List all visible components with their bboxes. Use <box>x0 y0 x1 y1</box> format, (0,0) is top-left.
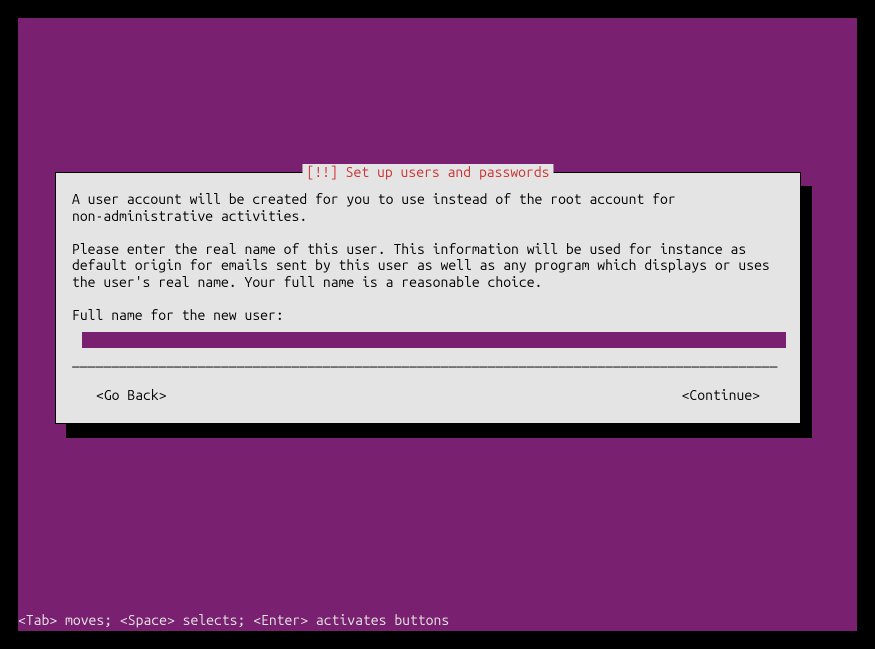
dialog-text-1: A user account will be created for you t… <box>72 191 784 225</box>
go-back-button[interactable]: <Go Back> <box>96 387 167 404</box>
help-bar: <Tab> moves; <Space> selects; <Enter> ac… <box>18 610 449 631</box>
full-name-input[interactable] <box>82 332 786 348</box>
installer-screen: [!!] Set up users and passwords A user a… <box>18 18 857 631</box>
input-prompt: Full name for the new user: <box>72 307 784 324</box>
dialog-body: A user account will be created for you t… <box>56 173 800 419</box>
dialog-text-2: Please enter the real name of this user.… <box>72 241 784 291</box>
dialog-setup-users: [!!] Set up users and passwords A user a… <box>55 172 801 424</box>
input-underline: ________________________________________… <box>72 352 784 369</box>
input-row <box>72 332 784 348</box>
dialog-title: [!!] Set up users and passwords <box>302 164 553 181</box>
button-row: <Go Back> <Continue> <box>72 387 784 404</box>
continue-button[interactable]: <Continue> <box>682 387 760 404</box>
